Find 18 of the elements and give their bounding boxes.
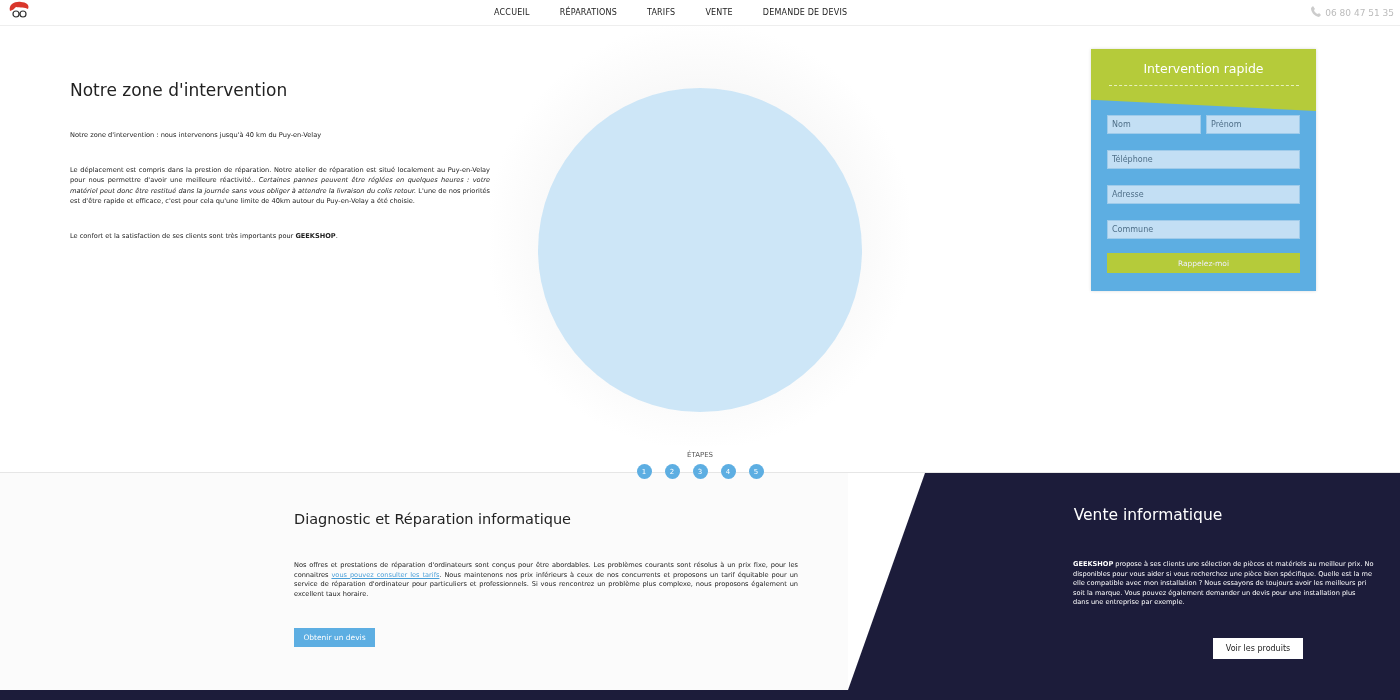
section-heading: Diagnostic et Réparation informatique (294, 511, 572, 527)
nav-link[interactable]: VENTE (705, 8, 733, 17)
nav-link[interactable]: RÉPARATIONS (559, 8, 617, 17)
products-button[interactable]: Voir les produits (1213, 637, 1303, 659)
input-field[interactable]: Commune (1107, 220, 1300, 239)
phone-number: 06 80 47 51 35 (1325, 7, 1394, 18)
input-field[interactable]: Adresse (1107, 185, 1300, 204)
input-field[interactable]: Nom (1107, 115, 1201, 134)
input-field[interactable]: Prénom (1206, 115, 1300, 134)
nav-link[interactable]: TARIFS (646, 8, 676, 17)
form-title: Intervention rapide (1108, 61, 1299, 86)
section-heading: Notre zone d'intervention (70, 80, 289, 100)
nav-link[interactable]: DEMANDE DE DEVIS (762, 8, 848, 17)
mascot-logo[interactable] (8, 0, 30, 21)
section-heading: Vente informatique (1072, 506, 1224, 524)
input-field[interactable]: Téléphone (1107, 150, 1300, 169)
phone-icon (1311, 6, 1322, 17)
nav-link[interactable]: ACCUEIL (494, 8, 530, 17)
